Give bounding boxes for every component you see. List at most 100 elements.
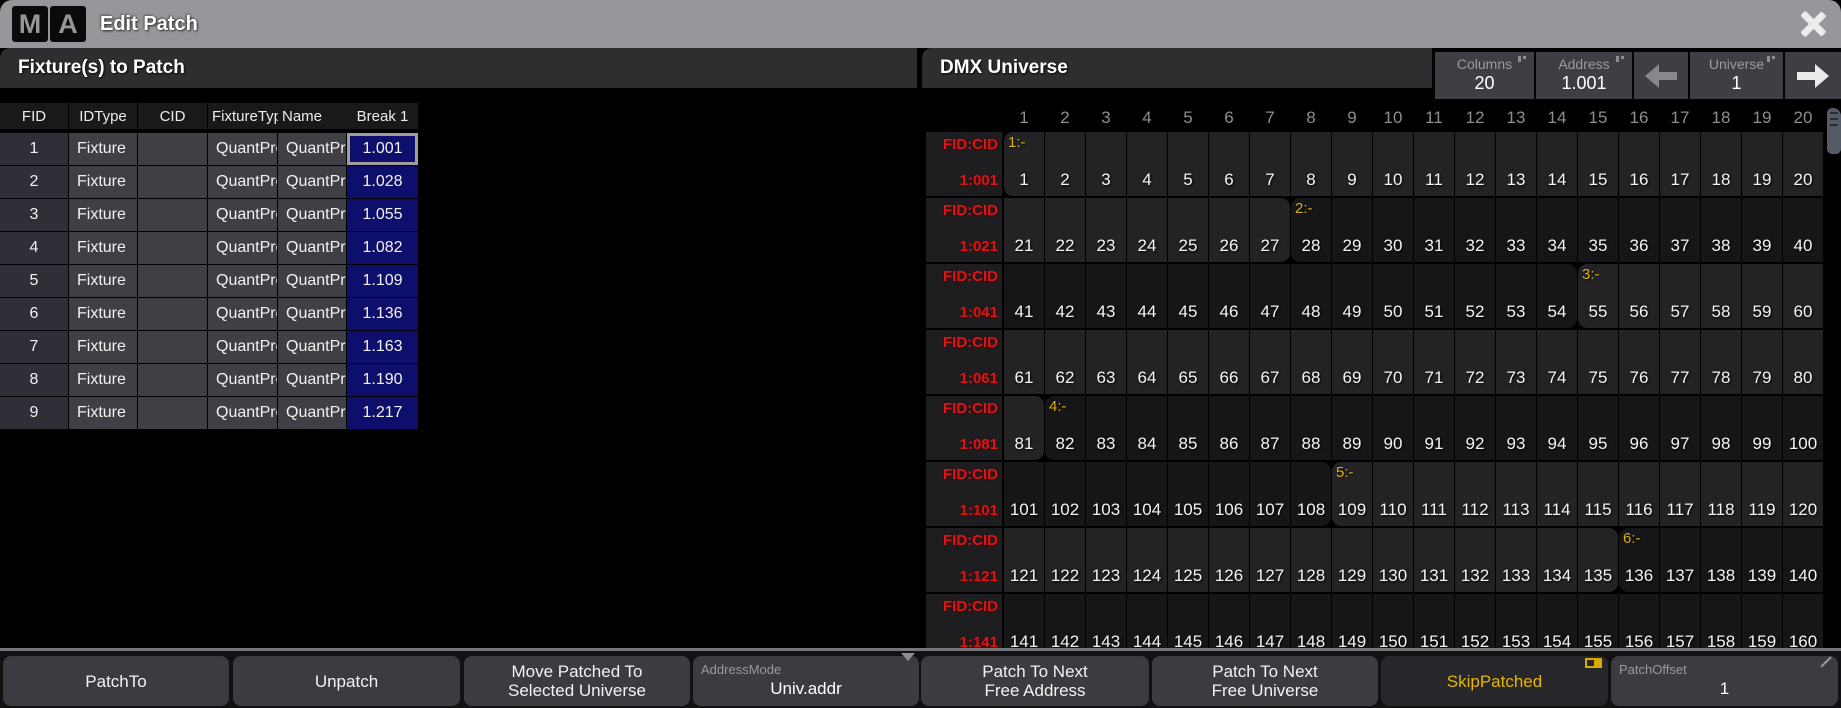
dmx-channel-cell[interactable]: 45 (1168, 264, 1208, 328)
dmx-channel-cell[interactable]: 4 (1127, 132, 1167, 196)
dmx-channel-cell[interactable]: 22 (1045, 198, 1085, 262)
dmx-channel-cell[interactable]: 150 (1373, 594, 1413, 648)
dmx-channel-cell[interactable]: 66 (1209, 330, 1249, 394)
fixture-cell-fid[interactable]: 2 (0, 166, 68, 198)
fixture-cell-fixture_type[interactable]: QuantPro (208, 331, 277, 363)
dmx-channel-cell[interactable]: 140 (1783, 528, 1823, 592)
fixture-cell-name[interactable]: QuantPro (278, 199, 346, 231)
dmx-channel-cell[interactable]: 132 (1455, 528, 1495, 592)
fixture-cell-fid[interactable]: 8 (0, 364, 68, 396)
dmx-channel-cell[interactable]: 73 (1496, 330, 1536, 394)
dmx-channel-cell[interactable]: 54 (1537, 264, 1577, 328)
fixture-cell-cid[interactable] (138, 331, 207, 363)
columns-control[interactable]: Columns 20 (1435, 52, 1534, 99)
dmx-channel-cell[interactable]: 117 (1660, 462, 1700, 526)
dmx-channel-cell[interactable]: 115 (1578, 462, 1618, 526)
dmx-channel-cell[interactable]: 146 (1209, 594, 1249, 648)
fixture-cell-break1[interactable]: 1.082 (347, 232, 418, 264)
dmx-channel-cell[interactable]: 94 (1537, 396, 1577, 460)
dmx-channel-cell[interactable]: 153 (1496, 594, 1536, 648)
fixture-cell-name[interactable]: QuantPro (278, 364, 346, 396)
dmx-channel-cell[interactable]: 26 (1209, 198, 1249, 262)
fixture-cell-fixture_type[interactable]: QuantPro (208, 397, 277, 429)
fixture-cell-break1[interactable]: 1.109 (347, 265, 418, 297)
dmx-channel-cell[interactable]: 96 (1619, 396, 1659, 460)
dmx-channel-cell[interactable]: 158 (1701, 594, 1741, 648)
dmx-channel-cell[interactable]: 156 (1619, 594, 1659, 648)
skip-patched-toggle[interactable]: SkipPatched (1381, 656, 1608, 706)
dmx-channel-cell[interactable]: 68 (1291, 330, 1331, 394)
fixture-cell-fixture_type[interactable]: QuantPro (208, 133, 277, 165)
dmx-channel-cell[interactable]: 148 (1291, 594, 1331, 648)
dmx-channel-cell[interactable]: 49 (1332, 264, 1372, 328)
fixture-cell-fixture_type[interactable]: QuantPro (208, 298, 277, 330)
fixture-cell-break1[interactable]: 1.190 (347, 364, 418, 396)
dmx-channel-cell[interactable]: 83 (1086, 396, 1126, 460)
dmx-channel-cell[interactable]: 86 (1209, 396, 1249, 460)
dmx-channel-cell[interactable]: 139 (1742, 528, 1782, 592)
dmx-channel-cell[interactable]: 5 (1168, 132, 1208, 196)
dmx-channel-cell[interactable]: 104 (1127, 462, 1167, 526)
fixture-cell-idtype[interactable]: Fixture (69, 331, 137, 363)
fixture-cell-cid[interactable] (138, 166, 207, 198)
fixture-cell-cid[interactable] (138, 133, 207, 165)
fixture-cell-cid[interactable] (138, 265, 207, 297)
fixture-cell-fid[interactable]: 4 (0, 232, 68, 264)
dmx-channel-cell[interactable]: 71 (1414, 330, 1454, 394)
column-header-name[interactable]: Name (278, 103, 350, 129)
fixture-cell-break1[interactable]: 1.028 (347, 166, 418, 198)
dmx-channel-cell[interactable]: 51 (1414, 264, 1454, 328)
dmx-channel-cell[interactable]: 116 (1619, 462, 1659, 526)
fixture-cell-break1[interactable]: 1.136 (347, 298, 418, 330)
dmx-channel-cell[interactable]: 131 (1414, 528, 1454, 592)
dmx-channel-cell[interactable]: 126 (1209, 528, 1249, 592)
dmx-channel-cell[interactable]: 37 (1660, 198, 1700, 262)
dmx-channel-cell[interactable]: 149 (1332, 594, 1372, 648)
dmx-channel-cell[interactable]: 57 (1660, 264, 1700, 328)
dmx-channel-cell[interactable]: 100 (1783, 396, 1823, 460)
fixture-cell-name[interactable]: QuantPro (278, 397, 346, 429)
dmx-channel-cell[interactable]: 8 (1291, 132, 1331, 196)
dmx-channel-cell[interactable]: 67 (1250, 330, 1290, 394)
fixture-cell-fixture_type[interactable]: QuantPro (208, 199, 277, 231)
dmx-channel-cell[interactable]: 27 (1250, 198, 1290, 262)
dmx-channel-cell[interactable]: 43 (1086, 264, 1126, 328)
dmx-channel-cell[interactable]: 40 (1783, 198, 1823, 262)
dmx-channel-cell[interactable]: 56 (1619, 264, 1659, 328)
dmx-channel-cell[interactable]: 123 (1086, 528, 1126, 592)
dmx-channel-cell[interactable]: 21 (1004, 198, 1044, 262)
dmx-channel-cell[interactable]: 19 (1742, 132, 1782, 196)
dmx-channel-cell[interactable]: 70 (1373, 330, 1413, 394)
dmx-channel-cell[interactable]: 105 (1168, 462, 1208, 526)
dmx-channel-cell[interactable]: 93 (1496, 396, 1536, 460)
fixture-cell-fid[interactable]: 9 (0, 397, 68, 429)
dmx-channel-cell[interactable]: 137 (1660, 528, 1700, 592)
dmx-channel-cell[interactable]: 112 (1455, 462, 1495, 526)
fixture-cell-break1[interactable]: 1.163 (347, 331, 418, 363)
dmx-channel-cell[interactable]: 72 (1455, 330, 1495, 394)
dmx-channel-cell[interactable]: 127 (1250, 528, 1290, 592)
fixture-cell-break1[interactable]: 1.001 (347, 133, 418, 165)
fixture-cell-idtype[interactable]: Fixture (69, 133, 137, 165)
dmx-channel-cell[interactable]: 33 (1496, 198, 1536, 262)
fixture-cell-idtype[interactable]: Fixture (69, 298, 137, 330)
dmx-channel-cell[interactable]: 35 (1578, 198, 1618, 262)
fixture-cell-break1[interactable]: 1.217 (347, 397, 418, 429)
column-header-cid[interactable]: CID (138, 103, 207, 129)
dmx-channel-cell[interactable]: 138 (1701, 528, 1741, 592)
dmx-channel-cell[interactable]: 3:-55 (1578, 264, 1618, 328)
grid-scrollbar-handle[interactable] (1827, 108, 1841, 154)
address-mode-button[interactable]: AddressMode Univ.addr (693, 656, 919, 706)
fixture-cell-break1[interactable]: 1.055 (347, 199, 418, 231)
dmx-channel-cell[interactable]: 6 (1209, 132, 1249, 196)
move-patched-button[interactable]: Move Patched To Selected Universe (464, 656, 690, 706)
dmx-channel-cell[interactable]: 128 (1291, 528, 1331, 592)
dmx-channel-cell[interactable]: 41 (1004, 264, 1044, 328)
dmx-channel-cell[interactable]: 15 (1578, 132, 1618, 196)
fixture-cell-name[interactable]: QuantPro (278, 265, 346, 297)
dmx-channel-cell[interactable]: 144 (1127, 594, 1167, 648)
dmx-channel-cell[interactable]: 46 (1209, 264, 1249, 328)
dmx-channel-cell[interactable]: 133 (1496, 528, 1536, 592)
dmx-channel-cell[interactable]: 36 (1619, 198, 1659, 262)
dmx-channel-cell[interactable]: 61 (1004, 330, 1044, 394)
